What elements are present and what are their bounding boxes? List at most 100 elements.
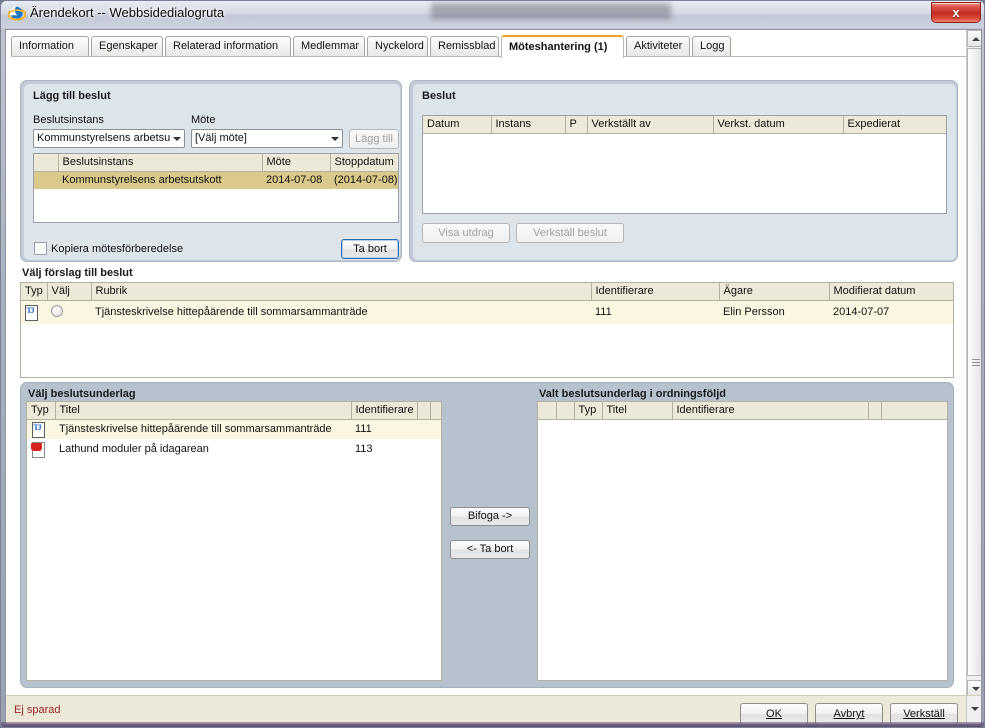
table-header-row: Beslutsinstans Möte Stoppdatum: [34, 154, 398, 172]
table-header-row: Typ Titel Identifierare: [27, 402, 441, 420]
available-documents-label: Välj beslutsunderlag: [28, 388, 136, 400]
title-bar: Ärendekort -- Webbsidedialogruta x: [1, 1, 984, 28]
col-instans: Instans: [491, 116, 566, 134]
tab-remissblad[interactable]: Remissblad: [430, 36, 499, 57]
document-tj-icon: [31, 421, 45, 438]
table-row[interactable]: Lathund moduler på idagarean 113: [27, 439, 441, 459]
col-spacer-2: [881, 402, 947, 420]
visa-utdrag-button[interactable]: Visa utdrag: [422, 223, 510, 243]
add-decision-panel: Lägg till beslut Beslutsinstans Kommunst…: [20, 80, 402, 262]
mote-value: [Välj möte]: [195, 132, 247, 144]
cell-mote: 2014-07-08: [262, 171, 330, 189]
caret-up-icon: [972, 37, 980, 41]
tab-strip: Information Egenskaper Relaterad informa…: [11, 35, 971, 58]
table-header-row: Typ Välj Rubrik Identifierare Ägare Modi…: [21, 283, 953, 301]
caret-down-icon: [971, 707, 979, 711]
col-identifierare: Identifierare: [351, 402, 418, 420]
tab-medlemmar[interactable]: Medlemmar: [293, 36, 365, 57]
verkstall-beslut-button[interactable]: Verkställ beslut: [516, 223, 624, 243]
col-typ: Typ: [27, 402, 56, 420]
mote-label: Möte: [191, 114, 216, 126]
col-p: P: [565, 116, 588, 134]
cell-spacer-1: [417, 439, 430, 459]
apply-button-label: Verkställ: [903, 708, 945, 720]
close-icon[interactable]: x: [931, 2, 981, 23]
available-documents-grid[interactable]: Typ Titel Identifierare Tjänstesk: [26, 401, 442, 681]
tab-strip-divider: [11, 56, 971, 57]
internet-explorer-icon: [7, 5, 27, 23]
table-header-row: Typ Titel Identifierare: [538, 402, 947, 420]
col-expedierat: Expedierat: [843, 116, 946, 134]
col-datum: Datum: [423, 116, 492, 134]
table-row[interactable]: Tjänsteskrivelse hittepåärende till somm…: [21, 300, 953, 324]
beslutsinstans-value: Kommunstyrelsens arbetsu: [37, 132, 171, 144]
selected-documents-grid[interactable]: Typ Titel Identifierare: [537, 401, 948, 681]
col-spacer-1: [417, 402, 431, 420]
col-typ: Typ: [21, 283, 48, 301]
cell-typ: [21, 300, 47, 324]
bifoga-button[interactable]: Bifoga ->: [450, 507, 530, 526]
col-up: [538, 402, 557, 420]
decision-title: Beslut: [422, 90, 456, 102]
window-bottom-edge: [1, 722, 984, 727]
cancel-button-label: Avbryt: [833, 708, 865, 720]
cell-spacer-1: [417, 419, 430, 439]
tab-moteshantering[interactable]: Möteshantering (1): [501, 35, 624, 58]
cell-beslutsinstans: Kommunstyrelsens arbetsutskott: [58, 171, 262, 189]
lagg-till-button[interactable]: Lägg till: [349, 129, 399, 149]
col-modifierat-datum: Modifierat datum: [829, 283, 953, 301]
tab-nyckelord[interactable]: Nyckelord: [367, 36, 428, 57]
col-beslutsinstans: Beslutsinstans: [58, 154, 263, 172]
ta-bort-button[interactable]: Ta bort: [341, 239, 399, 259]
col-down: [556, 402, 575, 420]
table-row[interactable]: Tjänsteskrivelse hittepåärende till somm…: [27, 419, 441, 439]
ok-button-label: OK: [766, 708, 782, 720]
col-spacer-2: [430, 402, 441, 420]
tab-relaterad-information[interactable]: Relaterad information: [165, 36, 291, 57]
table-row[interactable]: Kommunstyrelsens arbetsutskott 2014-07-0…: [34, 171, 398, 189]
add-decision-title: Lägg till beslut: [33, 90, 111, 102]
decision-panel: Beslut Datum Instans P Verkställt av Ver…: [409, 80, 958, 262]
ta-bort-transfer-button[interactable]: <- Ta bort: [450, 540, 530, 559]
tab-egenskaper[interactable]: Egenskaper: [91, 36, 163, 57]
tab-logg[interactable]: Logg: [692, 36, 731, 57]
decision-grid[interactable]: Datum Instans P Verkställt av Verkst. da…: [422, 115, 947, 214]
col-identifierare: Identifierare: [591, 283, 720, 301]
scroll-up-button[interactable]: [967, 30, 981, 47]
col-stoppdatum: Stoppdatum: [330, 154, 398, 172]
col-identifierare: Identifierare: [672, 402, 869, 420]
tab-aktiviteter[interactable]: Aktiviteter: [626, 36, 690, 57]
cell-spacer-2: [430, 419, 441, 439]
document-tj-icon: [24, 304, 38, 321]
kopiera-motesforberedelse-checkbox[interactable]: [34, 242, 47, 255]
add-decision-grid[interactable]: Beslutsinstans Möte Stoppdatum Kommunsty…: [33, 153, 399, 223]
cell-agare: Elin Persson: [719, 300, 829, 324]
status-bar: Ej sparad OK Avbryt Verkställ: [6, 695, 981, 724]
proposal-grid[interactable]: Typ Välj Rubrik Identifierare Ägare Modi…: [20, 282, 954, 378]
cell-identifierare: 111: [351, 419, 417, 439]
col-verkst-datum: Verkst. datum: [713, 116, 844, 134]
col-titel: Titel: [602, 402, 673, 420]
status-badge: Ej sparad: [14, 704, 61, 716]
mote-select[interactable]: [Välj möte]: [191, 129, 343, 148]
proposal-radio[interactable]: [51, 304, 63, 317]
page-content: Information Egenskaper Relaterad informa…: [6, 30, 981, 697]
cell-valj[interactable]: [47, 300, 91, 324]
table-header-row: Datum Instans P Verkställt av Verkst. da…: [423, 116, 946, 134]
caret-down-icon: [972, 687, 980, 691]
cell-rubrik: Tjänsteskrivelse hittepåärende till somm…: [91, 300, 591, 324]
kopiera-motesforberedelse-label: Kopiera mötesförberedelse: [51, 243, 184, 255]
cell-stoppdatum: (2014-07-08): [330, 171, 398, 189]
dialog-window: Ärendekort -- Webbsidedialogruta x Infor…: [0, 0, 985, 728]
chevron-down-icon: [173, 137, 181, 141]
col-titel: Titel: [55, 402, 352, 420]
client-area: Information Egenskaper Relaterad informa…: [5, 29, 982, 725]
vertical-scrollbar[interactable]: [966, 30, 981, 697]
col-typ: Typ: [574, 402, 603, 420]
cell-titel: Tjänsteskrivelse hittepåärende till somm…: [55, 419, 351, 439]
scrollbar-thumb[interactable]: [967, 48, 981, 676]
beslutsinstans-select[interactable]: Kommunstyrelsens arbetsu: [33, 129, 185, 148]
col-valj: Välj: [47, 283, 92, 301]
cell-titel: Lathund moduler på idagarean: [59, 443, 209, 455]
tab-information[interactable]: Information: [11, 36, 89, 57]
